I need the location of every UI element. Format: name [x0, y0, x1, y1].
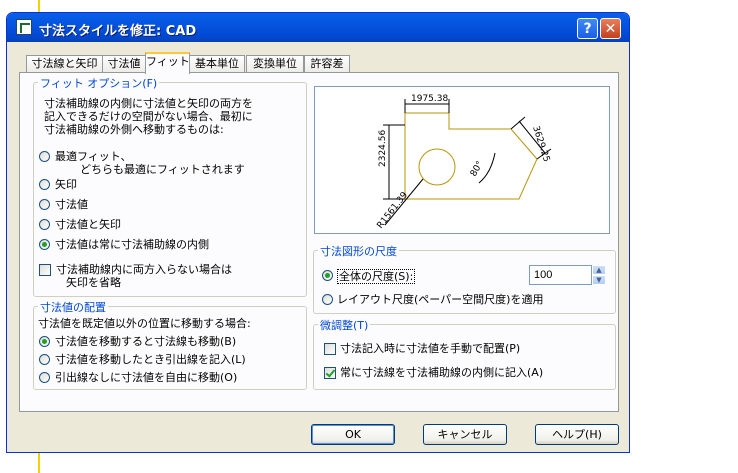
radio-no-leader[interactable] [39, 372, 50, 383]
scale-label: 寸法図形の尺度 [318, 243, 399, 259]
checkbox-suppress-arrows-sublabel: 矢印を省略 [66, 276, 121, 289]
overall-scale-input[interactable] [529, 265, 592, 285]
radio-move-dim-line[interactable] [39, 336, 50, 347]
radio-text-and-arrows-label[interactable]: 寸法値と矢印 [55, 218, 121, 231]
checkbox-suppress-arrows[interactable] [39, 264, 51, 276]
tab-lines-arrows[interactable]: 寸法線と矢印 [26, 55, 103, 73]
ok-button[interactable]: OK [311, 424, 395, 445]
checkbox-suppress-arrows-label[interactable]: 寸法補助線内に両方入らない場合は [56, 263, 232, 276]
radio-best-fit-sublabel: どちらも最適にフィットされます [80, 163, 245, 176]
fit-description-line-1: 寸法補助線の内側に寸法値と矢印の両方を [44, 97, 253, 110]
preview-part-outline [404, 112, 538, 200]
preview-label-radius: R1561.39 [375, 190, 410, 231]
radio-add-leader-label[interactable]: 寸法値を移動したとき引出線を記入(L) [55, 353, 246, 366]
radio-add-leader[interactable] [39, 354, 50, 365]
radio-overall-scale[interactable] [322, 270, 333, 281]
fit-description-line-3: 寸法補助線の外側へ移動するものは: [44, 123, 224, 136]
dimension-preview: 1975.38 2324.56 3629.25 80° R1561.39 [314, 86, 610, 234]
radio-text-always-inside[interactable] [39, 239, 50, 250]
text-placement-description: 寸法値を既定値以外の位置に移動する場合: [38, 317, 251, 330]
checkbox-manual-placement[interactable] [324, 343, 336, 355]
radio-arrows-label[interactable]: 矢印 [55, 178, 77, 191]
radio-layout-scale-label[interactable]: レイアウト尺度(ペーパー空間尺度)を適用 [337, 293, 543, 306]
checkbox-manual-placement-label[interactable]: 寸法記入時に寸法値を手動で配置(P) [340, 342, 520, 355]
cancel-button[interactable]: キャンセル [423, 424, 507, 445]
radio-text-label[interactable]: 寸法値 [55, 198, 88, 211]
preview-circle [418, 148, 456, 186]
overall-scale-spinner[interactable]: ▲ ▼ [592, 265, 606, 285]
radio-text-and-arrows[interactable] [39, 219, 50, 230]
close-icon[interactable]: ✕ [600, 18, 621, 39]
radio-layout-scale[interactable] [322, 294, 333, 305]
preview-label-top: 1975.38 [411, 94, 448, 104]
spinner-down-icon[interactable]: ▼ [592, 275, 606, 285]
checkbox-draw-dim-line-inside[interactable] [324, 367, 336, 379]
background-guide-line-bottom [38, 452, 40, 473]
fine-tuning-group [313, 324, 616, 390]
preview-drawing: 1975.38 2324.56 3629.25 80° R1561.39 [375, 94, 552, 231]
title-bar[interactable]: 寸法スタイルを修正: CAD ? ✕ [7, 13, 629, 42]
fit-description-line-2: 記入できるだけの空間がない場合、最初に [44, 110, 253, 123]
tab-text[interactable]: 寸法値 [102, 55, 146, 73]
preview-label-left: 2324.56 [378, 130, 388, 167]
radio-text-always-inside-label[interactable]: 寸法値は常に寸法補助線の内側 [55, 238, 209, 251]
fine-tuning-label: 微調整(T) [318, 317, 371, 333]
tab-fit[interactable]: フィット [145, 52, 190, 74]
fit-options-label: フィット オプション(F) [38, 75, 160, 91]
preview-label-angle: 80° [469, 160, 486, 179]
dialog-title: 寸法スタイルを修正: CAD [39, 24, 197, 39]
radio-move-dim-line-label[interactable]: 寸法値を移動すると寸法線も移動(B) [55, 335, 236, 348]
spinner-up-icon[interactable]: ▲ [592, 265, 606, 275]
tab-tolerances[interactable]: 許容差 [304, 55, 350, 73]
radio-overall-scale-label[interactable]: 全体の尺度(S): [337, 269, 416, 284]
tab-alternate-units[interactable]: 変換単位 [246, 55, 304, 73]
radio-best-fit[interactable] [39, 151, 50, 162]
tab-primary-units[interactable]: 基本単位 [189, 55, 245, 73]
preview-label-right: 3629.25 [530, 125, 551, 163]
radio-no-leader-label[interactable]: 引出線なしに寸法値を自由に移動(O) [55, 371, 237, 384]
app-icon [16, 19, 32, 35]
radio-text[interactable] [39, 199, 50, 210]
text-placement-label: 寸法値の配置 [38, 299, 108, 315]
help-icon[interactable]: ? [577, 18, 598, 39]
radio-best-fit-label[interactable]: 最適フィット、 [55, 150, 132, 163]
radio-arrows[interactable] [39, 179, 50, 190]
help-button[interactable]: ヘルプ(H) [535, 424, 619, 445]
checkbox-draw-dim-line-inside-label[interactable]: 常に寸法線を寸法補助線の内側に記入(A) [340, 366, 543, 379]
